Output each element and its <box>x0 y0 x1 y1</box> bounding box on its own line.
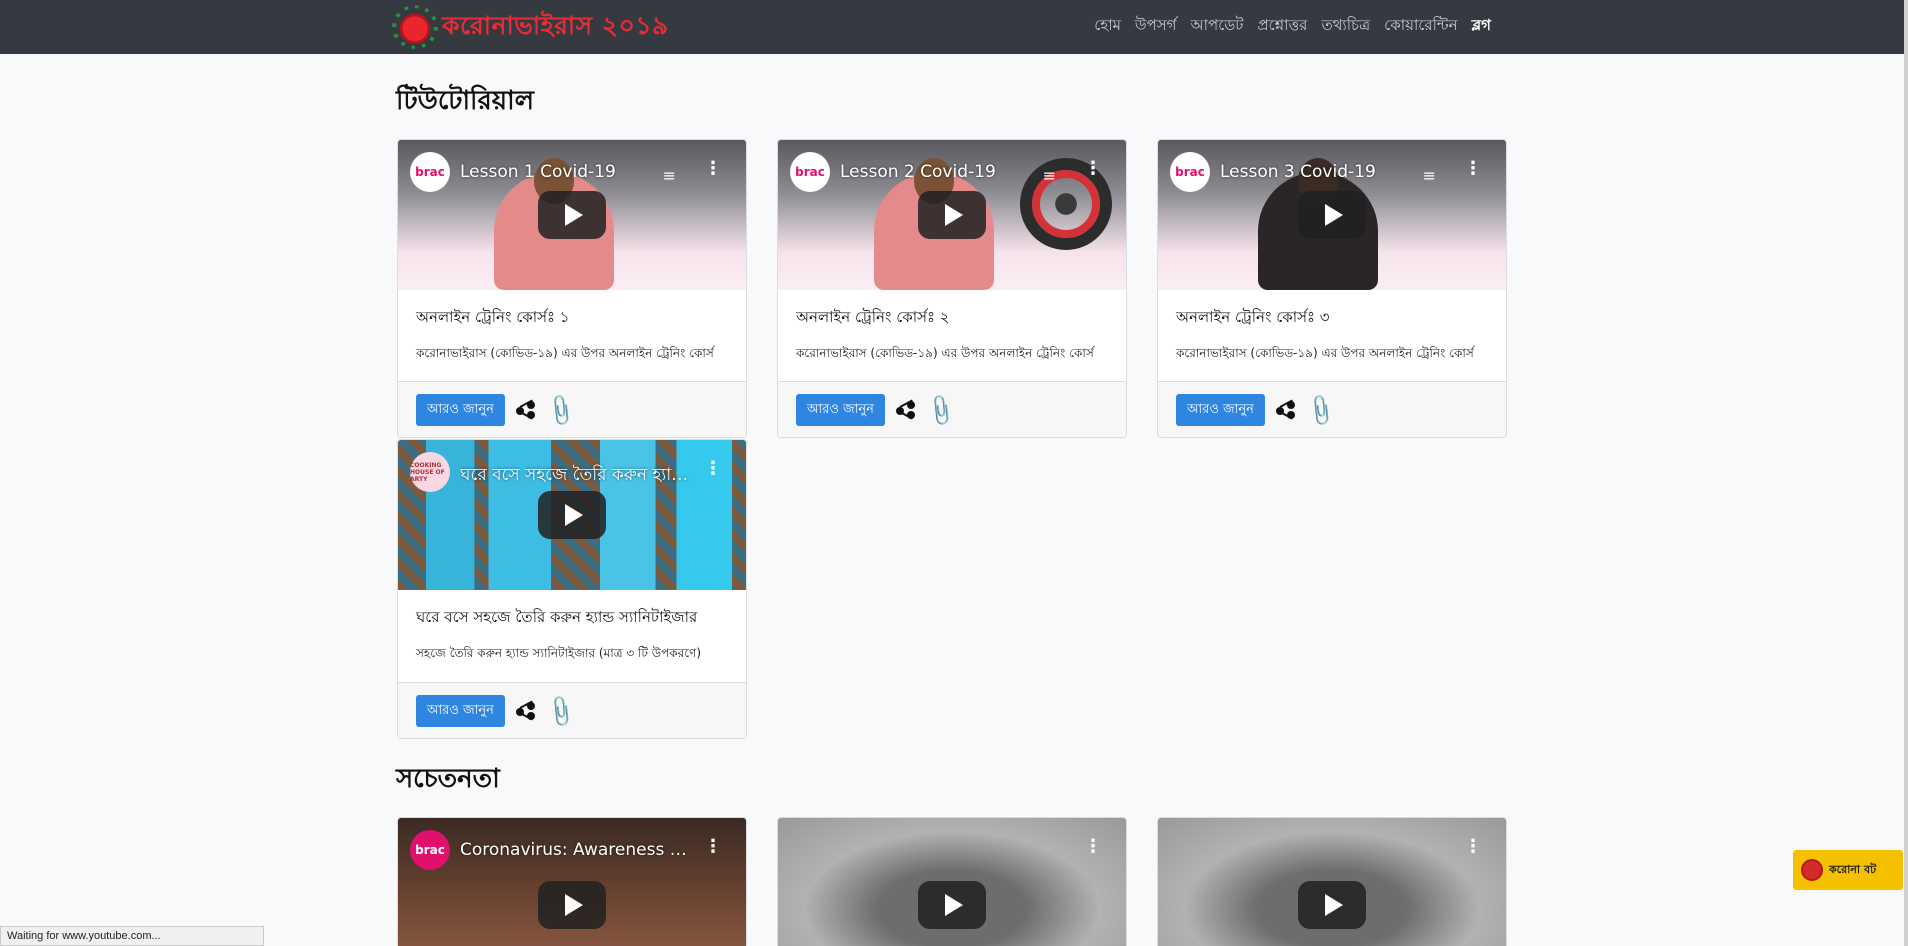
tutorial-card: brac Lesson 1 Covid-19 ≡ ⋮ অনলাইন ট্রেনি… <box>397 139 747 438</box>
card-footer: আরও জানুন 📎 <box>778 381 1126 437</box>
video-thumbnail[interactable]: brac Coronavirus: Awareness | ... ⋮ <box>398 818 746 946</box>
playlist-icon[interactable]: ≡ <box>663 166 676 185</box>
play-button-icon[interactable] <box>918 880 986 929</box>
card-body: অনলাইন ট্রেনিং কোর্সঃ ১ করোনাভাইরাস (কোভ… <box>398 290 746 380</box>
learn-more-button[interactable]: আরও জানুন <box>416 694 505 727</box>
paperclip-icon[interactable]: 📎 <box>922 393 959 429</box>
more-vert-icon[interactable]: ⋮ <box>1464 160 1482 178</box>
brand[interactable]: করোনাভাইরাস ২০১৯ <box>396 8 669 46</box>
play-button-icon[interactable] <box>918 191 986 239</box>
channel-avatar: brac <box>410 830 450 870</box>
card-body: অনলাইন ট্রেনিং কোর্সঃ ২ করোনাভাইরাস (কোভ… <box>778 290 1126 380</box>
video-thumbnail[interactable]: ⋮ <box>778 818 1126 946</box>
scrollbar[interactable] <box>1904 0 1908 946</box>
playlist-icon[interactable]: ≡ <box>1043 166 1056 185</box>
play-button-icon[interactable] <box>538 191 606 239</box>
nav-quarantine[interactable]: কোয়ারেন্টিন <box>1377 14 1464 36</box>
more-vert-icon[interactable]: ⋮ <box>704 838 722 856</box>
chatbot-label: করোনা বট <box>1829 862 1877 876</box>
virus-icon <box>1803 861 1821 879</box>
card-body: ঘরে বসে সহজে তৈরি করুন হ্যান্ড স্যানিটাই… <box>398 590 746 680</box>
video-title[interactable]: Lesson 2 Covid-19 <box>840 162 996 182</box>
card-text: সহজে তৈরি করুন হ্যান্ড স্যানিটাইজার (মাত… <box>416 646 702 660</box>
virus-logo-icon <box>396 9 434 45</box>
paperclip-icon[interactable]: 📎 <box>542 694 579 730</box>
video-title[interactable]: Lesson 3 Covid-19 <box>1220 162 1376 182</box>
play-button-icon[interactable] <box>1298 880 1366 929</box>
card-footer: আরও জানুন 📎 <box>398 682 746 738</box>
channel-avatar: COOKING HOUSE OF ARTY <box>410 452 450 492</box>
play-button-icon[interactable] <box>1298 191 1366 239</box>
card-title: অনলাইন ট্রেনিং কোর্সঃ ২ <box>796 308 950 326</box>
nav-symptoms[interactable]: উপসর্গ <box>1128 14 1184 36</box>
learn-more-button[interactable]: আরও জানুন <box>796 393 885 426</box>
video-thumbnail[interactable]: brac Lesson 1 Covid-19 ≡ ⋮ <box>398 140 746 290</box>
awareness-video[interactable]: ⋮ <box>777 817 1127 946</box>
nav-blog[interactable]: ব্লগ <box>1465 14 1498 36</box>
section-title-tutorial: টিউটোরিয়াল <box>396 86 534 116</box>
share-icon[interactable] <box>515 700 537 722</box>
awareness-video[interactable]: ⋮ <box>1157 817 1507 946</box>
nav-links: হোম উপসর্গ আপডেট প্রশ্নোত্তর তথ্যচিত্র ক… <box>1087 14 1498 36</box>
channel-avatar: brac <box>1170 152 1210 192</box>
tutorial-card: COOKING HOUSE OF ARTY ঘরে বসে সহজে তৈরি … <box>397 439 747 739</box>
browser-status-bar: Waiting for www.youtube.com... <box>0 926 264 946</box>
nav-update[interactable]: আপডেট <box>1184 14 1251 36</box>
brand-title: করোনাভাইরাস ২০১৯ <box>442 10 669 40</box>
card-text: করোনাভাইরাস (কোভিড-১৯) এর উপর অনলাইন ট্র… <box>1176 346 1474 360</box>
video-title[interactable]: Coronavirus: Awareness | ... <box>460 840 690 860</box>
playlist-icon[interactable]: ≡ <box>1423 166 1436 185</box>
card-title: অনলাইন ট্রেনিং কোর্সঃ ৩ <box>1176 308 1330 326</box>
card-text: করোনাভাইরাস (কোভিড-১৯) এর উপর অনলাইন ট্র… <box>416 346 714 360</box>
share-icon[interactable] <box>515 399 537 421</box>
paperclip-icon[interactable]: 📎 <box>1302 393 1339 429</box>
video-thumbnail[interactable]: brac Lesson 3 Covid-19 ≡ ⋮ <box>1158 140 1506 290</box>
video-thumbnail[interactable]: brac Lesson 2 Covid-19 ≡ ⋮ <box>778 140 1126 290</box>
tutorial-card: brac Lesson 2 Covid-19 ≡ ⋮ অনলাইন ট্রেনি… <box>777 139 1127 438</box>
more-vert-icon[interactable]: ⋮ <box>704 160 722 178</box>
play-button-icon[interactable] <box>538 491 606 539</box>
nav-home[interactable]: হোম <box>1087 14 1128 36</box>
learn-more-button[interactable]: আরও জানুন <box>416 393 505 426</box>
section-title-awareness: সচেতনতা <box>396 764 500 794</box>
awareness-video[interactable]: brac Coronavirus: Awareness | ... ⋮ <box>397 817 747 946</box>
card-footer: আরও জানুন 📎 <box>1158 381 1506 437</box>
navbar: করোনাভাইরাস ২০১৯ হোম উপসর্গ আপডেট প্রশ্ন… <box>0 0 1904 54</box>
card-body: অনলাইন ট্রেনিং কোর্সঃ ৩ করোনাভাইরাস (কোভ… <box>1158 290 1506 380</box>
video-thumbnail[interactable]: COOKING HOUSE OF ARTY ঘরে বসে সহজে তৈরি … <box>398 440 746 590</box>
video-title[interactable]: ঘরে বসে সহজে তৈরি করুন হ্যান্ড ... <box>460 462 690 490</box>
card-text: করোনাভাইরাস (কোভিড-১৯) এর উপর অনলাইন ট্র… <box>796 346 1094 360</box>
video-thumbnail[interactable]: ⋮ <box>1158 818 1506 946</box>
channel-avatar: brac <box>790 152 830 192</box>
nav-faq[interactable]: প্রশ্নোত্তর <box>1250 14 1314 36</box>
more-vert-icon[interactable]: ⋮ <box>1084 838 1102 856</box>
channel-avatar: brac <box>410 152 450 192</box>
play-button-icon[interactable] <box>538 880 606 929</box>
card-title: ঘরে বসে সহজে তৈরি করুন হ্যান্ড স্যানিটাই… <box>416 608 698 626</box>
tutorial-card: brac Lesson 3 Covid-19 ≡ ⋮ অনলাইন ট্রেনি… <box>1157 139 1507 438</box>
learn-more-button[interactable]: আরও জানুন <box>1176 393 1265 426</box>
more-vert-icon[interactable]: ⋮ <box>1084 160 1102 178</box>
nav-infographics[interactable]: তথ্যচিত্র <box>1314 14 1377 36</box>
more-vert-icon[interactable]: ⋮ <box>1464 838 1482 856</box>
card-footer: আরও জানুন 📎 <box>398 381 746 437</box>
chatbot-button[interactable]: করোনা বট <box>1793 850 1903 890</box>
video-title[interactable]: Lesson 1 Covid-19 <box>460 162 616 182</box>
paperclip-icon[interactable]: 📎 <box>542 393 579 429</box>
share-icon[interactable] <box>895 399 917 421</box>
card-title: অনলাইন ট্রেনিং কোর্সঃ ১ <box>416 308 570 326</box>
share-icon[interactable] <box>1275 399 1297 421</box>
more-vert-icon[interactable]: ⋮ <box>704 460 722 478</box>
